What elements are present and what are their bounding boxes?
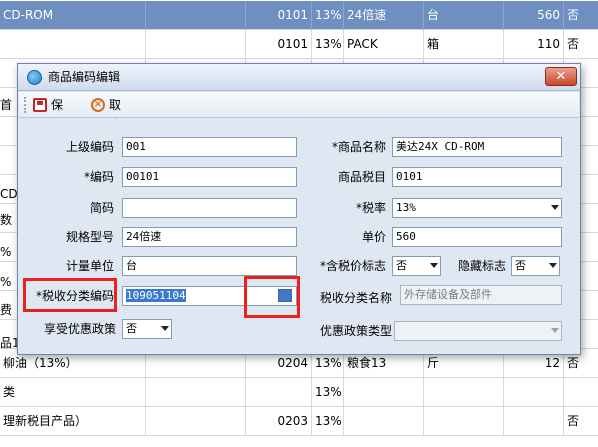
table-cell: PACK (344, 30, 424, 59)
table-cell: 0203 (246, 407, 312, 436)
spec-model-field[interactable]: 24倍速 (122, 227, 297, 247)
table-cell (0, 30, 146, 59)
tax-rate-value: 13% (396, 201, 416, 214)
code-field[interactable]: 00101 (122, 167, 297, 187)
table-cell (146, 30, 246, 59)
save-icon (33, 98, 47, 112)
dialog-toolbar: 保存 × 取消 (19, 92, 579, 132)
product-name-field[interactable]: 美达24X CD-ROM (392, 137, 562, 157)
preferential-policy-type-label: 优惠政策类型 (319, 324, 392, 338)
tax-inclusive-flag-label: *含税价标志 (319, 259, 386, 273)
table-cell (424, 378, 504, 407)
spec-model-label: 规格型号 (65, 230, 114, 244)
table-cell: 0101 (246, 1, 312, 30)
unit-label: 计量单位 (65, 259, 114, 273)
chevron-down-icon (551, 205, 559, 210)
table-cell: 13% (312, 30, 344, 59)
table-row[interactable]: 类 13% (0, 378, 598, 407)
table-cell (504, 407, 564, 436)
toolbar-grip (24, 97, 27, 113)
parent-code-label: 上级编码 (65, 140, 114, 154)
dialog-title: 商品编码编辑 (48, 70, 121, 84)
close-button[interactable]: ✕ (545, 67, 577, 86)
edit-form: 上级编码 001 *商品名称 美达24X CD-ROM *编码 00101 商品… (18, 119, 580, 354)
hidden-flag-label: 隐藏标志 (457, 259, 506, 273)
tax-class-code-value: 109051104 (126, 289, 186, 302)
tax-inclusive-flag-value: 否 (396, 259, 407, 272)
short-code-field[interactable] (122, 198, 297, 218)
preferential-policy-label: 享受优惠政策 (43, 322, 116, 336)
chevron-down-icon (551, 328, 559, 333)
table-cell: 理新税目产品） (0, 407, 146, 436)
table-cell: 560 (504, 1, 564, 30)
table-cell (564, 378, 598, 407)
unit-price-field[interactable]: 560 (392, 227, 562, 247)
table-cell (146, 407, 246, 436)
hidden-flag-value: 否 (515, 259, 526, 272)
dialog-titlebar[interactable]: 商品编码编辑 ✕ (18, 64, 580, 91)
table-cell (424, 407, 504, 436)
preferential-policy-type-select (394, 321, 562, 341)
unit-price-label: 单价 (361, 230, 386, 244)
table-cell: 13% (312, 378, 344, 407)
short-code-label: 简码 (89, 201, 114, 215)
tax-item-field[interactable]: 0101 (392, 167, 562, 187)
table-cell: 24倍速 (344, 1, 424, 30)
table-cell: 0101 (246, 30, 312, 59)
tax-item-label: 商品税目 (337, 170, 386, 184)
table-cell: 13% (312, 1, 344, 30)
unit-field[interactable]: 台 (122, 256, 297, 276)
preferential-policy-select[interactable]: 否 (122, 319, 172, 339)
parent-code-field[interactable]: 001 (122, 137, 297, 157)
table-cell: 否 (567, 37, 580, 51)
highlight-browse-button (244, 276, 300, 318)
table-cell: 类 (0, 378, 146, 407)
tax-class-name-field: 外存储设备及部件 (400, 285, 562, 305)
table-cell (146, 1, 246, 30)
tax-rate-label: *税率 (355, 201, 386, 215)
cancel-icon: × (91, 98, 105, 112)
table-cell (344, 407, 424, 436)
app-icon (27, 70, 42, 85)
chevron-down-icon (549, 263, 557, 268)
table-cell: 110 (504, 30, 564, 59)
highlight-tax-class-code-label (23, 278, 117, 312)
tax-rate-select[interactable]: 13% (392, 198, 562, 218)
table-cell (146, 378, 246, 407)
table-row[interactable]: CD-ROM 0101 13% 24倍速台 560 否 (0, 1, 598, 30)
table-cell: 否 (567, 414, 580, 428)
tax-inclusive-flag-select[interactable]: 否 (392, 256, 441, 276)
chevron-down-icon (430, 263, 438, 268)
table-cell: CD-ROM (0, 1, 146, 30)
table-row[interactable]: 0101 13% PACK 箱 110 否 (0, 30, 598, 59)
preferential-policy-value: 否 (126, 322, 137, 335)
hidden-flag-select[interactable]: 否 (511, 256, 560, 276)
table-cell (246, 378, 312, 407)
table-cell: 台 (424, 1, 504, 30)
table-cell (344, 378, 424, 407)
table-cell: 否 (567, 8, 580, 22)
table-row[interactable]: 理新税目产品） 0203 13% 否 (0, 407, 598, 436)
product-name-label: *商品名称 (331, 140, 386, 154)
chevron-down-icon (161, 326, 169, 331)
tax-class-name-label: 税收分类名称 (319, 291, 392, 305)
code-label: *编码 (83, 170, 114, 184)
table-cell (504, 378, 564, 407)
table-cell: 箱 (424, 30, 504, 59)
table-cell: 13% (312, 407, 344, 436)
